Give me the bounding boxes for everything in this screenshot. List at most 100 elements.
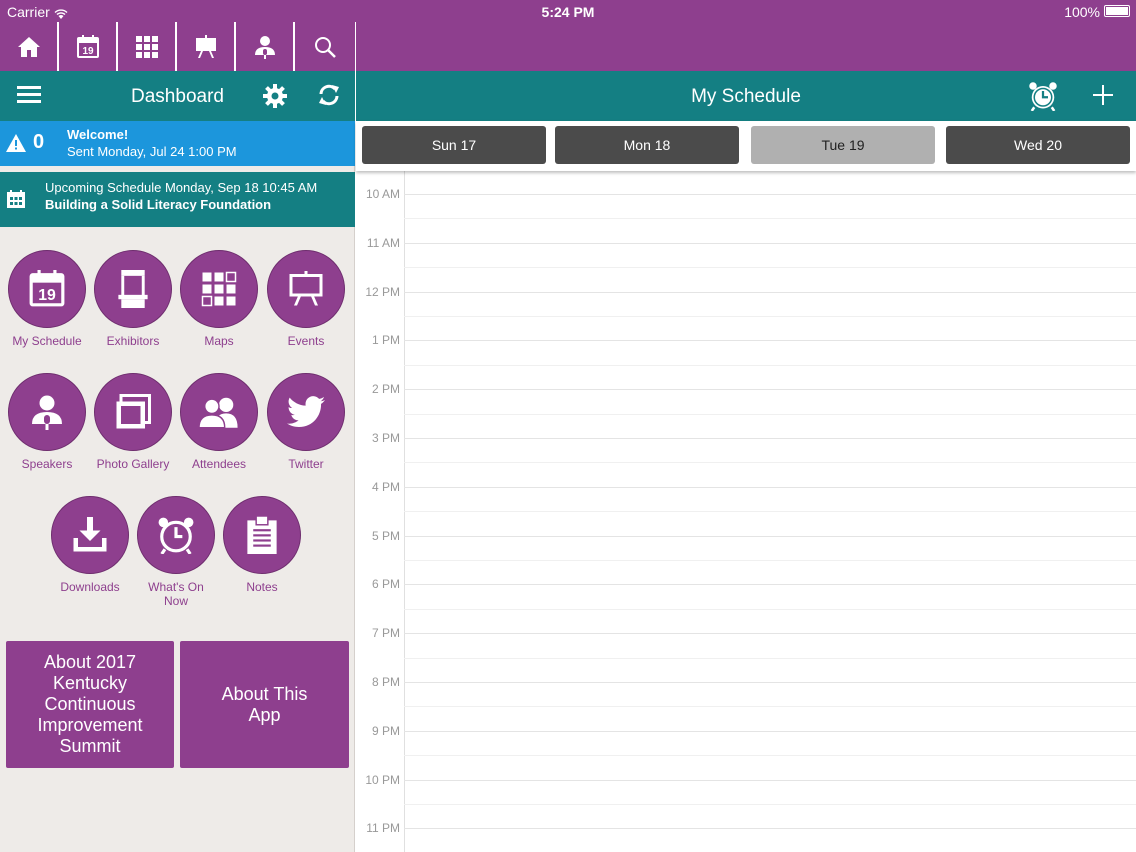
add-icon[interactable] bbox=[1093, 85, 1113, 105]
clipboard-icon bbox=[247, 516, 277, 554]
half-hour-line bbox=[404, 608, 1136, 610]
hour-label: 3 PM bbox=[371, 431, 400, 445]
hour-line bbox=[404, 828, 1136, 830]
half-hour-line bbox=[404, 560, 1136, 561]
hour-line bbox=[404, 486, 1136, 488]
tile-label: Attendees bbox=[191, 457, 247, 471]
clock: 5:24 PM bbox=[541, 4, 595, 20]
half-hour-line bbox=[404, 218, 1136, 220]
hour-line bbox=[404, 438, 1136, 439]
half-hour-line bbox=[404, 706, 1136, 708]
tile-label: Photo Gallery bbox=[96, 457, 170, 471]
twitter-icon bbox=[287, 396, 325, 428]
speaker-icon bbox=[32, 395, 62, 430]
tile-attendees[interactable]: Attendees bbox=[179, 373, 259, 471]
schedule-top-bar bbox=[356, 22, 1136, 71]
schedule-grid[interactable]: 10 AM 11 AM 12 PM 1 PM 2 PM 3 PM 4 PM 5 PM 6 PM 7… bbox=[356, 171, 1136, 852]
hour-line bbox=[404, 584, 1136, 586]
calendar-icon: 19 bbox=[29, 270, 65, 307]
tile-events[interactable]: Events bbox=[266, 250, 346, 348]
hour-label: 4 PM bbox=[371, 479, 400, 494]
tile-circle bbox=[94, 250, 172, 328]
day-tab-tue-19[interactable]: Tue 19 bbox=[751, 126, 935, 164]
dashboard-header: Dashboard bbox=[0, 71, 355, 121]
calendar-day-text: 19 bbox=[38, 287, 56, 304]
tile-my-schedule[interactable]: 19 My Schedule bbox=[7, 250, 87, 348]
half-hour-line bbox=[404, 511, 1136, 513]
hour-line bbox=[404, 291, 1136, 293]
tile-circle bbox=[267, 250, 345, 328]
hour-label: 1 PM bbox=[371, 333, 400, 348]
day-tab-wed-20[interactable]: Wed 20 bbox=[946, 126, 1130, 164]
top-nav: 19 bbox=[0, 22, 355, 71]
refresh-icon[interactable] bbox=[318, 84, 340, 106]
schedule-panel: My Schedule Sun 17 Mon 18 Tue 19 Wed 20 … bbox=[356, 22, 1136, 852]
hour-line bbox=[404, 389, 1136, 391]
hour-label: 2 PM bbox=[371, 382, 400, 397]
nav-home-button[interactable] bbox=[0, 22, 59, 71]
home-icon bbox=[17, 36, 40, 57]
about-app-button[interactable]: About This App bbox=[180, 641, 349, 768]
half-hour-line bbox=[404, 316, 1136, 317]
hour-label: 11 PM bbox=[366, 821, 400, 836]
hour-line bbox=[404, 535, 1136, 537]
tile-exhibitors[interactable]: Exhibitors bbox=[93, 250, 173, 348]
tile-notes[interactable]: Notes bbox=[222, 496, 302, 594]
tile-downloads[interactable]: Downloads bbox=[50, 496, 130, 594]
download-icon bbox=[73, 517, 107, 552]
easel-icon bbox=[289, 271, 323, 306]
tile-circle bbox=[94, 373, 172, 451]
alert-title: Welcome! bbox=[67, 127, 129, 142]
half-hour-line bbox=[404, 804, 1136, 805]
tile-label: Maps bbox=[204, 334, 234, 348]
day-tab-mon-18[interactable]: Mon 18 bbox=[555, 126, 739, 164]
nav-events-button[interactable] bbox=[177, 22, 236, 71]
tile-label: What's On Now bbox=[148, 580, 204, 608]
easel-icon bbox=[195, 34, 216, 58]
alarm-clock-icon[interactable] bbox=[1027, 81, 1059, 111]
about-event-button[interactable]: About 2017 Kentucky Continuous Improveme… bbox=[6, 641, 174, 768]
speaker-icon bbox=[254, 35, 275, 59]
hour-line bbox=[404, 682, 1136, 683]
tile-circle bbox=[51, 496, 129, 574]
half-hour-line bbox=[404, 364, 1136, 366]
day-selector: Sun 17 Mon 18 Tue 19 Wed 20 bbox=[356, 121, 1136, 171]
tile-circle bbox=[223, 496, 301, 574]
menu-icon[interactable] bbox=[17, 86, 41, 104]
half-hour-line bbox=[404, 657, 1136, 659]
hour-label: 11 AM bbox=[366, 235, 400, 250]
upcoming-session-title: Building a Solid Literacy Foundation bbox=[45, 197, 272, 212]
tile-circle bbox=[180, 250, 258, 328]
dashboard-panel: 19 Dashboard 0 Welcome! Sent Monday, Jul… bbox=[0, 22, 355, 852]
tile-photo-gallery[interactable]: Photo Gallery bbox=[93, 373, 173, 471]
tile-speakers[interactable]: Speakers bbox=[7, 373, 87, 471]
status-bar: Carrier 5:24 PM 100% bbox=[0, 0, 1136, 22]
battery-icon bbox=[1104, 5, 1130, 17]
tile-label: Exhibitors bbox=[106, 334, 160, 348]
battery-percent: 100% bbox=[1064, 4, 1100, 20]
hour-label: 8 PM bbox=[371, 675, 400, 689]
gear-icon[interactable] bbox=[263, 84, 287, 108]
tile-twitter[interactable]: Twitter bbox=[266, 373, 346, 471]
tile-whats-on-now[interactable]: What's On Now bbox=[136, 496, 216, 608]
alarm-clock-icon bbox=[158, 517, 194, 554]
half-hour-line bbox=[404, 267, 1136, 269]
day-tab-sun-17[interactable]: Sun 17 bbox=[362, 126, 546, 164]
tile-maps[interactable]: Maps bbox=[179, 250, 259, 348]
hour-label: 9 PM bbox=[371, 723, 400, 738]
welcome-alert[interactable]: 0 Welcome! Sent Monday, Jul 24 1:00 PM bbox=[0, 121, 355, 166]
schedule-title: My Schedule bbox=[691, 86, 801, 107]
warning-icon bbox=[6, 134, 26, 152]
hour-label: 10 AM bbox=[365, 187, 400, 201]
hour-line bbox=[404, 633, 1136, 635]
upcoming-schedule-banner[interactable]: Upcoming Schedule Monday, Sep 18 10:45 A… bbox=[0, 172, 355, 227]
nav-schedule-button[interactable]: 19 bbox=[59, 22, 118, 71]
attendees-icon bbox=[199, 397, 238, 428]
dashboard-title: Dashboard bbox=[131, 86, 224, 107]
search-icon bbox=[314, 36, 336, 58]
nav-speakers-button[interactable] bbox=[236, 22, 295, 71]
tile-circle bbox=[8, 373, 86, 451]
hour-line bbox=[404, 730, 1136, 732]
nav-search-button[interactable] bbox=[295, 22, 354, 71]
nav-maps-button[interactable] bbox=[118, 22, 177, 71]
